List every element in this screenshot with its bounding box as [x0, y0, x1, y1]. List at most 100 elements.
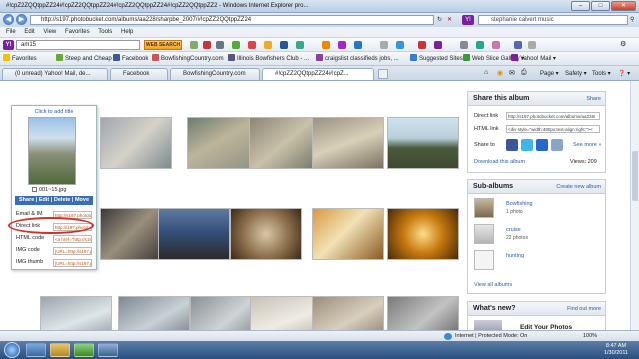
minimize-button[interactable]: –: [571, 1, 590, 11]
search-icon[interactable]: ⚲: [630, 16, 634, 23]
yahoo-search-input[interactable]: am15: [16, 40, 140, 50]
print-icon[interactable]: ⎙: [521, 69, 527, 77]
sub-album-name[interactable]: cruise: [506, 227, 521, 233]
toolbar-chat-icon[interactable]: [354, 41, 362, 49]
photo-thumbnail[interactable]: [312, 117, 384, 169]
toolbar-pencil2-icon[interactable]: [528, 41, 536, 49]
menu-view[interactable]: View: [43, 27, 56, 38]
tab-bowfishingcountry[interactable]: BowfishingCountry.com: [170, 68, 260, 80]
sub-album-cruise[interactable]: cruise 22 photos: [474, 224, 599, 246]
toolbar-games-icon[interactable]: [296, 41, 304, 49]
toolbar-sports-icon[interactable]: [418, 41, 426, 49]
menu-help[interactable]: Help: [121, 27, 133, 38]
taskbar-media-icon[interactable]: [74, 343, 94, 357]
toolbar-weather-icon[interactable]: [280, 41, 288, 49]
home-icon[interactable]: ⌂: [484, 69, 488, 76]
menu-edit[interactable]: Edit: [24, 27, 34, 38]
see-more-link[interactable]: See more »: [573, 142, 601, 148]
new-tab-button[interactable]: [378, 69, 388, 79]
fav-yahoo-mail[interactable]: Yahoo! Mail ▾: [511, 54, 556, 64]
photo-thumbnail[interactable]: [387, 208, 459, 260]
create-album-link[interactable]: Create new album: [556, 184, 601, 190]
photo-thumbnail[interactable]: [312, 208, 384, 260]
facebook-share-icon[interactable]: [506, 139, 518, 151]
album-html-link-field[interactable]: <div style="width:480px;text-align:right…: [506, 125, 600, 133]
sub-album-name[interactable]: hunting: [506, 253, 524, 259]
forward-arrow-icon[interactable]: ▶: [16, 14, 27, 25]
vertical-scrollbar[interactable]: [630, 81, 639, 341]
fav-suggested-sites[interactable]: Suggested Sites ▾: [410, 54, 467, 64]
favorites-button[interactable]: Favorites: [3, 54, 37, 64]
toolbar-messenger-icon[interactable]: [396, 41, 404, 49]
toolbar-settings-icon[interactable]: [460, 41, 468, 49]
taskbar-clock[interactable]: 8:47 AM 1/30/2011: [597, 343, 635, 357]
safety-menu[interactable]: Safety ▾: [565, 69, 587, 79]
selected-photo[interactable]: [28, 117, 76, 185]
web-search-button[interactable]: WEB SEARCH: [144, 40, 182, 50]
tab-facebook[interactable]: Facebook: [110, 68, 168, 80]
toolbar-add-icon[interactable]: [514, 41, 522, 49]
scrollbar-thumb[interactable]: [632, 151, 638, 201]
maximize-button[interactable]: □: [591, 1, 610, 11]
url-input[interactable]: http://s197.photobucket.com/albums/aa228…: [30, 15, 434, 25]
download-album-link[interactable]: Download this album: [474, 159, 525, 165]
toolbar-mail-icon[interactable]: [264, 41, 272, 49]
zoom-level[interactable]: 100%: [583, 333, 597, 339]
twitter-share-icon[interactable]: [521, 139, 533, 151]
toolbar-pencil-icon[interactable]: [190, 41, 198, 49]
share-link[interactable]: Share: [586, 96, 601, 102]
sub-album-hunting[interactable]: hunting: [474, 250, 599, 272]
photo-thumbnail[interactable]: [230, 208, 302, 260]
photo-thumbnail[interactable]: [158, 208, 230, 260]
email-share-icon[interactable]: [551, 139, 563, 151]
feeds-icon[interactable]: ◉: [497, 69, 503, 77]
toolbar-maps-icon[interactable]: [476, 41, 484, 49]
tab-yahoo-mail[interactable]: (0 unread) Yahoo! Mail, de...: [2, 68, 108, 80]
find-out-more-link[interactable]: Find out more: [567, 306, 601, 312]
album-direct-link-field[interactable]: http://s197.photobucket.com/albums/aa228…: [506, 112, 600, 120]
menu-tools[interactable]: Tools: [98, 27, 112, 38]
photo-thumbnail[interactable]: [387, 117, 459, 169]
refresh-icon[interactable]: ↻: [437, 16, 442, 23]
toolbar-link-icon[interactable]: [216, 41, 224, 49]
myspace-share-icon[interactable]: [536, 139, 548, 151]
add-title-link[interactable]: Click to add title: [12, 109, 96, 115]
fav-craigslist[interactable]: craigslist classifieds jobs, ...: [316, 54, 399, 64]
taskbar-ie-icon[interactable]: [26, 343, 46, 357]
toolbar-bookmark-icon[interactable]: [203, 41, 211, 49]
menu-file[interactable]: File: [6, 27, 16, 38]
fav-steep-and-cheap[interactable]: Steep and Cheap: [56, 54, 112, 64]
stop-icon[interactable]: ✕: [447, 16, 452, 23]
photo-select-checkbox[interactable]: [32, 187, 37, 192]
toolbar-finance-icon[interactable]: [322, 41, 330, 49]
mail-icon[interactable]: ✉: [509, 69, 515, 77]
photo-thumbnail[interactable]: [249, 117, 321, 169]
menu-favorites[interactable]: Favorites: [65, 27, 90, 38]
back-arrow-icon[interactable]: ◀: [3, 14, 14, 25]
taskbar-app-icon[interactable]: [98, 343, 118, 357]
fav-facebook[interactable]: Facebook: [113, 54, 148, 64]
start-button-icon[interactable]: [4, 342, 20, 358]
toolbar-news-icon[interactable]: [248, 41, 256, 49]
taskbar-explorer-icon[interactable]: [50, 343, 70, 357]
fav-bowfishingcountry[interactable]: BowfishingCountry.com: [152, 54, 224, 64]
page-menu[interactable]: Page ▾: [540, 69, 559, 79]
img-thumb-field[interactable]: [URL=http://s197.ph: [53, 259, 92, 267]
photo-actions-bar[interactable]: Share | Edit | Delete | Move: [15, 196, 93, 205]
yahoo-logo-icon[interactable]: Y!: [3, 40, 14, 50]
img-code-field[interactable]: [URL=http://s197.ph: [53, 247, 92, 255]
photo-thumbnail[interactable]: [100, 117, 172, 169]
toolbar-flickr-icon[interactable]: [492, 41, 500, 49]
tools-menu[interactable]: Tools ▾: [592, 69, 611, 79]
tab-photobucket[interactable]: #!cpZZ2QQtppZZ24#!cpZ...: [262, 68, 374, 80]
toolbar-music-icon[interactable]: [338, 41, 346, 49]
toolbar-settings-gear-icon[interactable]: ⚙: [620, 40, 626, 48]
sub-album-bowfishing[interactable]: Bowfishing 1 photo: [474, 198, 599, 220]
browser-search-input[interactable]: stephanie calvert music: [478, 15, 628, 25]
toolbar-apps-icon[interactable]: [232, 41, 240, 49]
close-button[interactable]: ✕: [611, 1, 636, 11]
toolbar-calendar-icon[interactable]: [380, 41, 388, 49]
view-all-albums-link[interactable]: View all albums: [474, 282, 512, 288]
help-menu[interactable]: ❓ ▾: [618, 69, 630, 79]
html-code-field[interactable]: <a href="http://s197: [53, 235, 92, 243]
